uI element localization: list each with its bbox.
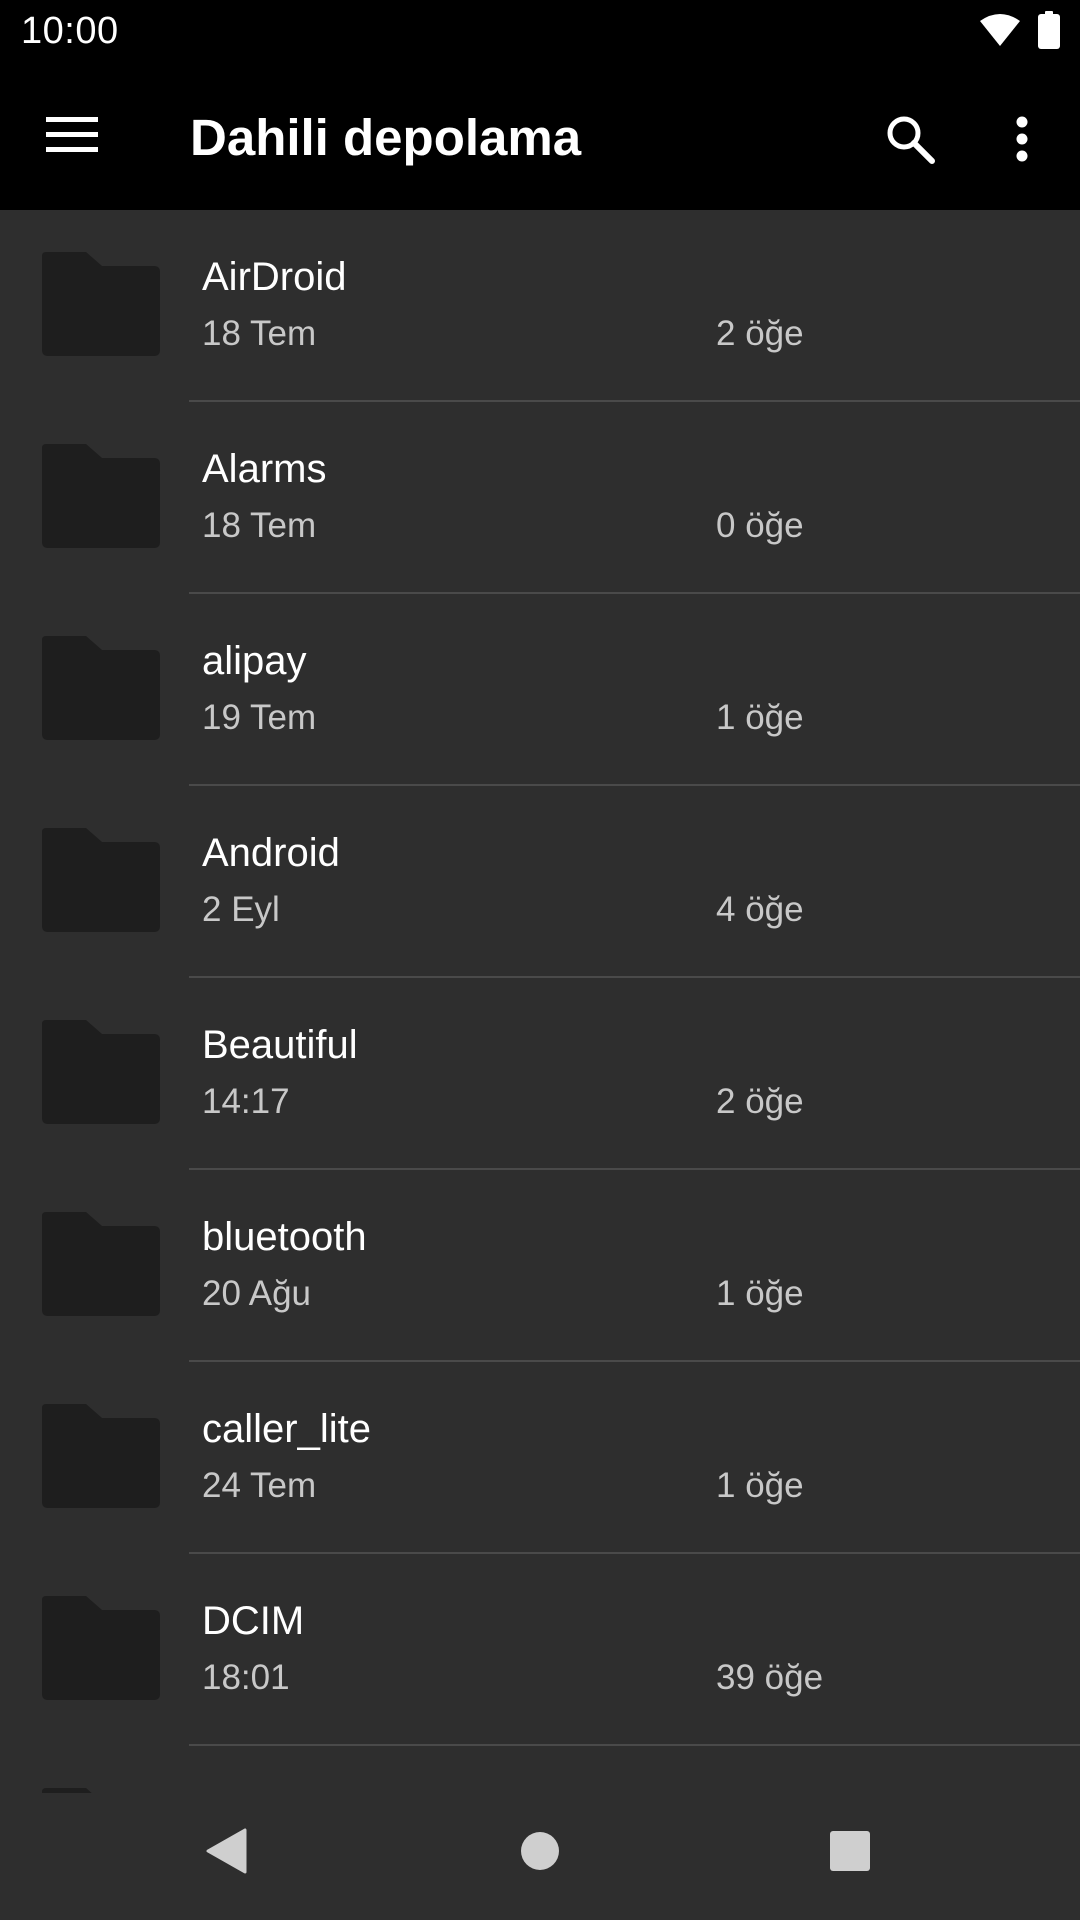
file-date: 19 Tem: [202, 698, 317, 737]
file-date: 14:17: [202, 1082, 290, 1121]
home-button[interactable]: [490, 1813, 590, 1893]
list-item[interactable]: Alarms 18 Tem 0 öğe: [0, 402, 1080, 594]
file-date: 18 Tem: [202, 314, 317, 353]
file-item-count: 1 öğe: [716, 1274, 804, 1313]
back-icon: [205, 1828, 247, 1879]
menu-button[interactable]: [32, 105, 112, 169]
folder-icon: [42, 1212, 160, 1316]
file-item-count: 1 öğe: [716, 1466, 804, 1505]
folder-icon: [42, 1596, 160, 1700]
file-name: Beautiful: [202, 1023, 358, 1067]
file-date: 24 Tem: [202, 1466, 317, 1505]
battery-icon: [1038, 10, 1060, 54]
file-item-count: 2 öğe: [716, 314, 804, 353]
file-date: 20 Ağu: [202, 1274, 311, 1313]
folder-icon: [42, 636, 160, 740]
search-icon: [885, 114, 935, 169]
file-name: alipay: [202, 639, 307, 683]
file-name: DCIM: [202, 1599, 305, 1643]
back-button[interactable]: [176, 1813, 276, 1893]
list-item[interactable]: caller_lite 24 Tem 1 öğe: [0, 1362, 1080, 1554]
page-title: Dahili depolama: [190, 109, 582, 166]
divider: [189, 1744, 1080, 1746]
home-icon: [520, 1831, 560, 1876]
file-item-count: 4 öğe: [716, 890, 804, 929]
file-name: Alarms: [202, 447, 327, 491]
app-bar: Dahili depolama: [0, 63, 1080, 210]
file-name: caller_lite: [202, 1407, 371, 1451]
list-item[interactable]: Beautiful 14:17 2 öğe: [0, 978, 1080, 1170]
file-date: 2 Eyl: [202, 890, 280, 929]
list-item[interactable]: DCIM 18:01 39 öğe: [0, 1554, 1080, 1746]
search-button[interactable]: [870, 101, 950, 181]
more-vert-icon: [1015, 116, 1029, 167]
folder-icon: [42, 1404, 160, 1508]
list-item[interactable]: AirDroid 18 Tem 2 öğe: [0, 210, 1080, 402]
navigation-bar: [0, 1793, 1080, 1920]
file-item-count: 39 öğe: [716, 1658, 824, 1697]
status-time: 10:00: [21, 10, 119, 52]
list-item[interactable]: bluetooth 20 Ağu 1 öğe: [0, 1170, 1080, 1362]
recents-icon: [830, 1830, 870, 1876]
more-options-button[interactable]: [982, 101, 1062, 181]
file-item-count: 1 öğe: [716, 698, 804, 737]
file-name: AirDroid: [202, 255, 347, 299]
file-item-count: 2 öğe: [716, 1082, 804, 1121]
wifi-icon: [980, 13, 1020, 52]
folder-icon: [42, 444, 160, 548]
file-date: 18:01: [202, 1658, 290, 1697]
folder-icon: [42, 1020, 160, 1124]
status-icons: [980, 10, 1060, 54]
file-item-count: 0 öğe: [716, 506, 804, 545]
folder-icon: [42, 828, 160, 932]
menu-icon: [46, 115, 98, 160]
file-name: Android: [202, 831, 340, 875]
file-list[interactable]: AirDroid 18 Tem 2 öğe Alarms 18 Tem 0 öğ…: [0, 210, 1080, 1793]
file-name: bluetooth: [202, 1215, 367, 1259]
folder-icon: [42, 252, 160, 356]
file-date: 18 Tem: [202, 506, 317, 545]
list-item[interactable]: alipay 19 Tem 1 öğe: [0, 594, 1080, 786]
list-item[interactable]: Android 2 Eyl 4 öğe: [0, 786, 1080, 978]
recents-button[interactable]: [800, 1813, 900, 1893]
status-bar: 10:00: [0, 0, 1080, 63]
